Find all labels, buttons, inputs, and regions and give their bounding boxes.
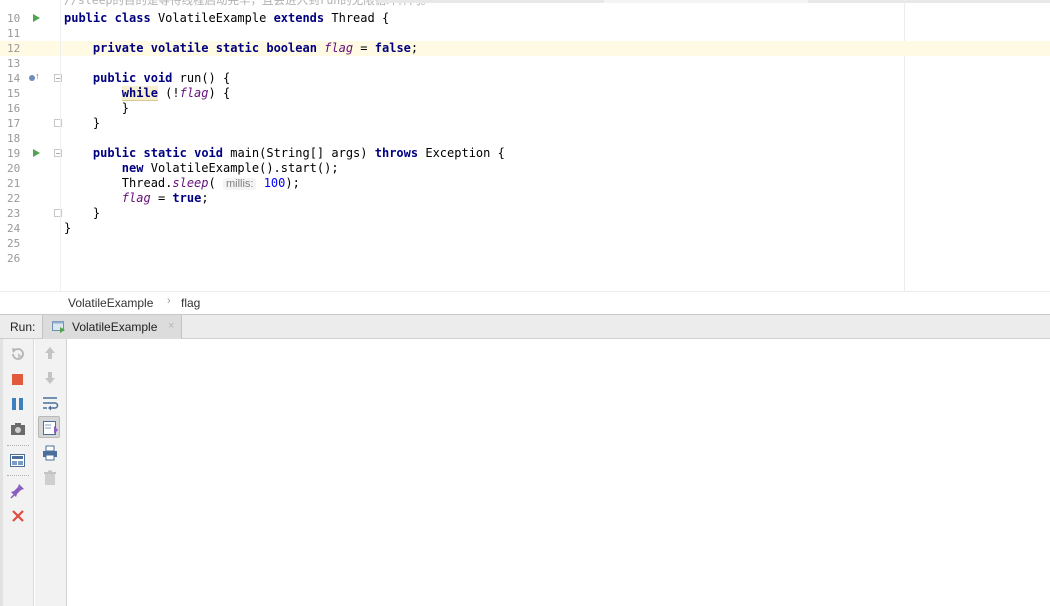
line-number: 16 — [7, 102, 21, 115]
code-line-13[interactable]: 13 — [0, 56, 1050, 71]
run-toolbar-primary — [3, 339, 34, 606]
line-number: 10 — [7, 12, 21, 25]
run-tool-window-header: Run: VolatileExample × — [0, 314, 1050, 339]
pause-icon[interactable] — [7, 393, 29, 415]
run-tab-volatileexample[interactable]: VolatileExample × — [42, 315, 182, 339]
line-number: 22 — [7, 192, 21, 205]
code-line-21[interactable]: 21 Thread.sleep( millis: 100); — [0, 176, 1050, 191]
run-gutter-icon[interactable] — [33, 149, 40, 157]
stop-icon[interactable] — [7, 368, 29, 390]
close-icon[interactable] — [7, 505, 29, 527]
code-line-25[interactable]: 25 — [0, 236, 1050, 251]
code-line-23[interactable]: 23 } — [0, 206, 1050, 221]
line-number: 15 — [7, 87, 21, 100]
code-line-10[interactable]: 10 public class VolatileExample extends … — [0, 11, 1050, 26]
rerun-icon[interactable] — [7, 343, 29, 365]
code-editor[interactable]: //sleep的目的是等待线程启动完毕，且会进入到run的无限循环体内。 10 … — [0, 0, 1050, 291]
breadcrumb-field[interactable]: flag — [181, 296, 200, 310]
code-line-17[interactable]: 17 } — [0, 116, 1050, 131]
console-output[interactable] — [68, 339, 1050, 606]
line-number: 25 — [7, 237, 21, 250]
run-tab-label: VolatileExample — [72, 320, 158, 334]
run-gutter-icon[interactable] — [33, 14, 40, 22]
line-number: 11 — [7, 27, 21, 40]
layout-icon[interactable] — [7, 449, 29, 471]
pin-icon[interactable] — [7, 480, 29, 502]
code-line-24[interactable]: 24 } — [0, 221, 1050, 236]
trash-icon[interactable] — [39, 467, 61, 489]
truncated-comment: //sleep的目的是等待线程启动完毕，且会进入到run的无限循环体内。 — [64, 0, 433, 7]
breadcrumb-class[interactable]: VolatileExample — [68, 296, 153, 310]
run-toolbar-secondary — [35, 339, 67, 606]
code-line-11[interactable]: 11 — [0, 26, 1050, 41]
code-line-18[interactable]: 18 — [0, 131, 1050, 146]
line-number: 26 — [7, 252, 21, 265]
close-tab-icon[interactable]: × — [168, 320, 174, 332]
line-number: 13 — [7, 57, 21, 70]
down-arrow-icon[interactable] — [39, 367, 61, 389]
code-line-22[interactable]: 22 flag = true; — [0, 191, 1050, 206]
line-number: 12 — [7, 42, 21, 55]
code-line-19[interactable]: 19 public static void main(String[] args… — [0, 146, 1050, 161]
breadcrumb-separator: › — [167, 295, 171, 307]
override-gutter-icon[interactable]: ↑ — [29, 71, 40, 84]
line-number: 23 — [7, 207, 21, 220]
line-number: 20 — [7, 162, 21, 175]
editor-top-scroll-strip: //sleep的目的是等待线程启动完毕，且会进入到run的无限循环体内。 — [0, 0, 1050, 7]
run-label: Run: — [10, 320, 36, 334]
code-line-26[interactable]: 26 — [0, 251, 1050, 266]
line-number: 21 — [7, 177, 21, 190]
camera-icon[interactable] — [7, 418, 29, 440]
line-number: 17 — [7, 117, 21, 130]
up-arrow-icon[interactable] — [39, 342, 61, 364]
line-number: 18 — [7, 132, 21, 145]
code-line-14[interactable]: 14 ↑ public void run() { — [0, 71, 1050, 86]
line-number: 19 — [7, 147, 21, 160]
parameter-hint: millis: — [222, 178, 257, 190]
scroll-to-end-icon[interactable] — [38, 416, 60, 438]
line-number: 24 — [7, 222, 21, 235]
run-config-icon — [52, 320, 66, 333]
code-line-12[interactable]: 12 private volatile static boolean flag … — [0, 41, 1050, 56]
code-line-15[interactable]: 15 while (!flag) { — [0, 86, 1050, 101]
code-line-16[interactable]: 16 } — [0, 101, 1050, 116]
breadcrumb: VolatileExample › flag — [0, 291, 1050, 314]
code-line-20[interactable]: 20 new VolatileExample().start(); — [0, 161, 1050, 176]
print-icon[interactable] — [39, 442, 61, 464]
soft-wrap-icon[interactable] — [39, 392, 61, 414]
line-number: 14 — [7, 72, 21, 85]
